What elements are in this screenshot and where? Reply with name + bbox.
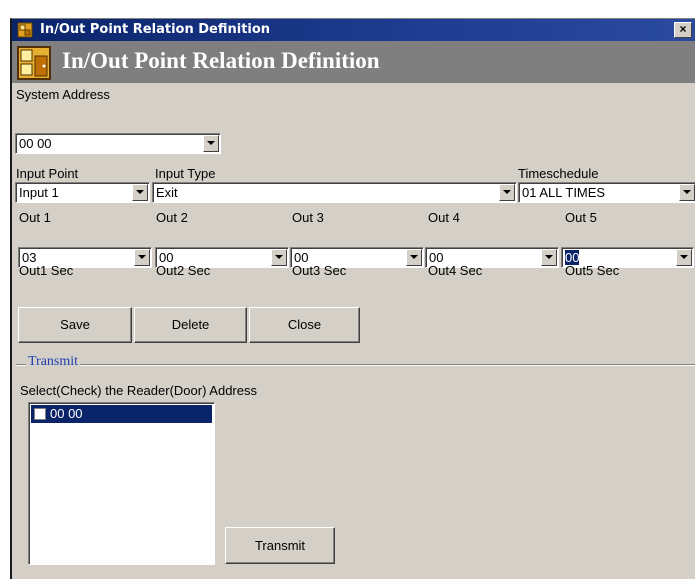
input-type-value: Exit: [156, 185, 178, 200]
out2-sec-label: Out2 Sec: [156, 263, 211, 278]
chevron-down-icon: [545, 255, 553, 259]
list-item[interactable]: 00 00: [31, 405, 212, 423]
out1-sec-label: Out1 Sec: [19, 263, 74, 278]
out4-sec-label: Out4 Sec: [428, 263, 483, 278]
input-point-dropdown-button[interactable]: [132, 184, 148, 201]
system-address-value: 00 00: [19, 136, 52, 151]
out4-dropdown-button[interactable]: [541, 249, 557, 266]
close-button[interactable]: Close: [249, 307, 360, 343]
chevron-down-icon: [683, 190, 691, 194]
input-point-select[interactable]: Input 1: [15, 182, 150, 203]
save-button[interactable]: Save: [18, 307, 132, 343]
dialog-window: In/Out Point Relation Definition × In/Ou…: [10, 18, 695, 579]
delete-button[interactable]: Delete: [134, 307, 247, 343]
input-type-select[interactable]: Exit: [152, 182, 517, 203]
transmit-button[interactable]: Transmit: [225, 527, 335, 564]
transmit-group-label: Transmit: [26, 354, 81, 370]
reader-address-item-label: 00 00: [50, 406, 83, 421]
out4-label: Out 4: [428, 210, 460, 225]
timeschedule-value: 01 ALL TIMES: [522, 185, 606, 200]
chevron-down-icon: [138, 255, 146, 259]
out1-label: Out 1: [19, 210, 51, 225]
timeschedule-select[interactable]: 01 ALL TIMES: [518, 182, 695, 203]
timeschedule-label: Timeschedule: [518, 166, 599, 181]
door-relation-icon: [17, 46, 51, 80]
chevron-down-icon: [275, 255, 283, 259]
reader-address-list[interactable]: 00 00: [28, 402, 215, 565]
out5-sec-label: Out5 Sec: [565, 263, 620, 278]
system-address-dropdown-button[interactable]: [203, 135, 219, 152]
out3-dropdown-button[interactable]: [406, 249, 422, 266]
app-icon: [17, 22, 33, 38]
chevron-down-icon: [136, 190, 144, 194]
reader-address-instruction: Select(Check) the Reader(Door) Address: [20, 383, 257, 398]
input-point-value: Input 1: [19, 185, 59, 200]
out5-dropdown-button[interactable]: [676, 249, 692, 266]
title-bar: In/Out Point Relation Definition ×: [12, 19, 695, 41]
chevron-down-icon: [410, 255, 418, 259]
banner-title: In/Out Point Relation Definition: [62, 48, 380, 73]
system-address-select[interactable]: 00 00: [15, 133, 221, 154]
chevron-down-icon: [503, 190, 511, 194]
close-icon: ×: [679, 22, 687, 36]
out3-label: Out 3: [292, 210, 324, 225]
out2-dropdown-button[interactable]: [271, 249, 287, 266]
window-title: In/Out Point Relation Definition: [40, 22, 271, 37]
timeschedule-dropdown-button[interactable]: [679, 184, 695, 201]
out5-label: Out 5: [565, 210, 597, 225]
system-address-label: System Address: [16, 87, 110, 102]
chevron-down-icon: [207, 141, 215, 145]
out3-sec-label: Out3 Sec: [292, 263, 347, 278]
input-type-label: Input Type: [155, 166, 216, 181]
close-window-button[interactable]: ×: [674, 22, 692, 38]
out2-label: Out 2: [156, 210, 188, 225]
input-point-label: Input Point: [16, 166, 79, 181]
reader-address-checkbox[interactable]: [34, 408, 46, 420]
input-type-dropdown-button[interactable]: [499, 184, 515, 201]
out1-dropdown-button[interactable]: [134, 249, 150, 266]
header-banner: In/Out Point Relation Definition: [12, 41, 695, 83]
chevron-down-icon: [680, 255, 688, 259]
